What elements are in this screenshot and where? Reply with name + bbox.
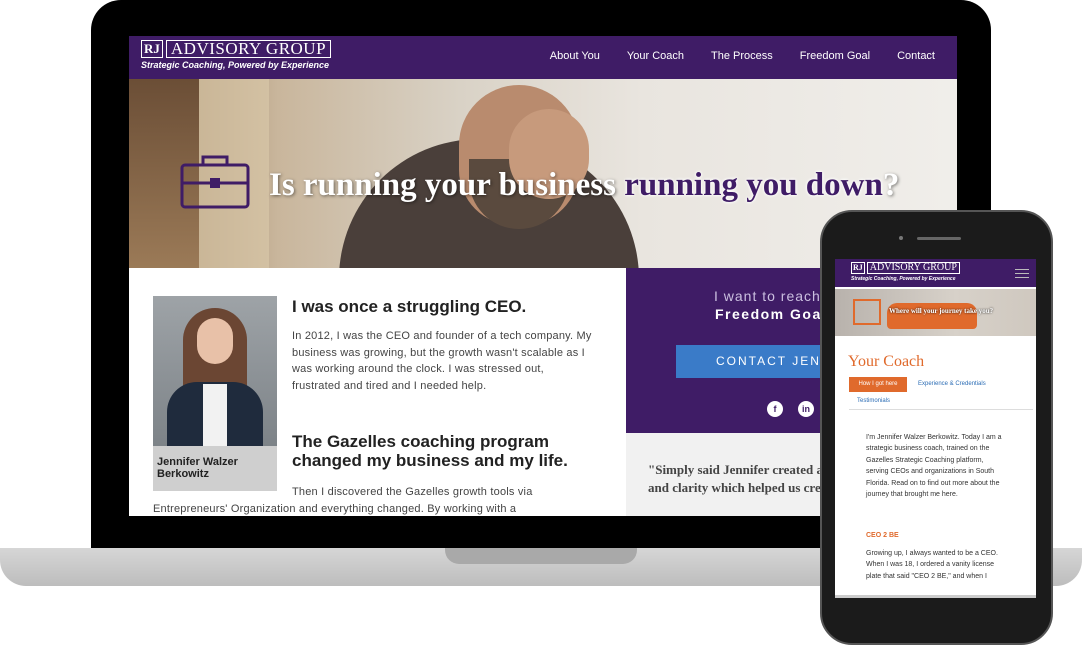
nav-contact[interactable]: Contact <box>897 50 935 62</box>
laptop-notch <box>445 548 637 564</box>
site-header: RJ ADVISORY GROUP Strategic Coaching, Po… <box>129 36 957 79</box>
hero-headline-part: Is running your business <box>269 167 625 203</box>
hamburger-menu-icon[interactable] <box>1015 269 1029 278</box>
page-title: Your Coach <box>848 353 925 370</box>
about-section: Jennifer Walzer Berkowitz I was once a s… <box>129 268 626 516</box>
mobile-screen: RJ ADVISORY GROUP Strategic Coaching, Po… <box>835 259 1036 598</box>
logo-mark: RJ <box>851 262 865 274</box>
logo-name: ADVISORY GROUP <box>866 262 960 274</box>
nav-your-coach[interactable]: Your Coach <box>627 50 684 62</box>
cta-text: I want to reach <box>714 288 821 304</box>
section-body: In 2012, I was the CEO and founder of a … <box>292 330 592 392</box>
mobile-scroll-edge <box>835 595 1036 598</box>
main-nav: About You Your Coach The Process Freedom… <box>523 50 935 62</box>
tab-divider <box>849 409 1033 410</box>
hero-headline-emphasis: running you down <box>624 167 883 203</box>
nav-about-you[interactable]: About You <box>550 50 600 62</box>
logo-mark: RJ <box>141 40 163 58</box>
body-paragraph: Growing up, I always wanted to be a CEO.… <box>866 550 998 580</box>
logo-name: ADVISORY GROUP <box>165 40 332 58</box>
section-heading: The Gazelles coaching program changed my… <box>292 432 568 470</box>
section-body: Then I discovered the Gazelles growth to… <box>153 486 533 515</box>
logo-tagline: Strategic Coaching, Powered by Experienc… <box>851 276 956 282</box>
coach-photo <box>153 296 277 446</box>
tab-experience-credentials[interactable]: Experience & Credentials <box>918 381 986 387</box>
mobile-banner: Where will your journey take you? <box>835 289 1036 336</box>
intro-paragraph: I'm Jennifer Walzer Berkowitz. Today I a… <box>866 434 1002 499</box>
subheading: CEO 2 BE <box>866 532 899 539</box>
mobile-logo[interactable]: RJ ADVISORY GROUP <box>851 262 960 274</box>
briefcase-icon <box>179 149 251 214</box>
tab-how-i-got-here[interactable]: How I got here <box>849 377 907 392</box>
hero-headline: Is running your business running you dow… <box>269 167 899 204</box>
banner-text: Where will your journey take you? <box>889 307 994 315</box>
logo-tagline: Strategic Coaching, Powered by Experienc… <box>141 60 330 70</box>
hero-headline-part: ? <box>882 167 900 203</box>
section-heading: I was once a struggling CEO. <box>292 297 527 316</box>
nav-freedom-goal[interactable]: Freedom Goal <box>800 50 870 62</box>
mobile-header: RJ ADVISORY GROUP Strategic Coaching, Po… <box>835 259 1036 287</box>
facebook-icon[interactable]: f <box>767 401 783 417</box>
map-icon <box>853 299 881 325</box>
phone-speaker <box>917 237 961 240</box>
tab-testimonials[interactable]: Testimonials <box>857 398 890 404</box>
site-logo[interactable]: RJ ADVISORY GROUP Strategic Coaching, Po… <box>141 40 332 70</box>
nav-the-process[interactable]: The Process <box>711 50 773 62</box>
cta-goal-text: Freedom Goal <box>715 306 828 322</box>
linkedin-icon[interactable]: in <box>798 401 814 417</box>
phone-camera <box>899 236 903 240</box>
